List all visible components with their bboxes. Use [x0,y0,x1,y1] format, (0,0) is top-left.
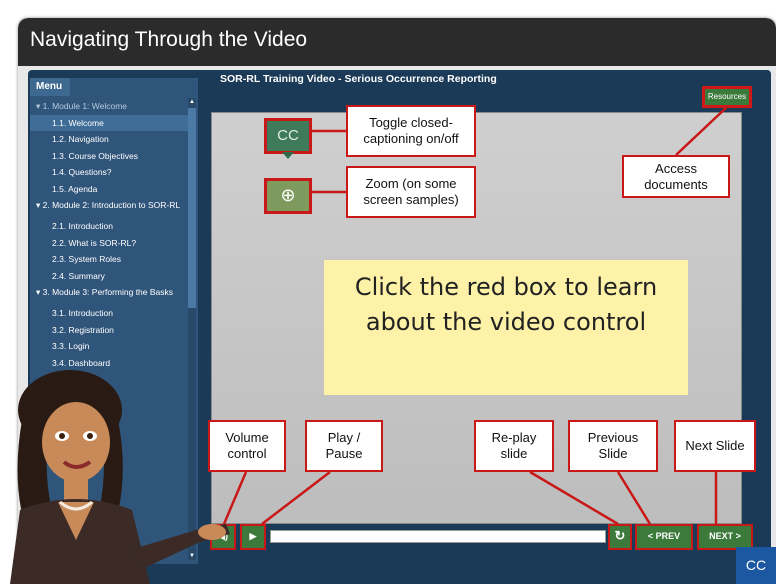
cc-speech-tail-icon [282,152,294,159]
controls-bar: ◀) ▶ ↻ < PREV NEXT > [210,524,753,550]
scroll-thumb[interactable] [188,108,196,308]
menu-header[interactable]: Menu [30,78,70,96]
menu-item[interactable]: 1.2. Navigation [30,131,188,147]
callout-previous: Previous Slide [568,420,658,472]
corner-closed-caption-button[interactable]: CC [736,547,776,584]
menu-item[interactable]: 2.2. What is SOR-RL? [30,235,188,251]
replay-button[interactable]: ↻ [608,524,632,550]
menu-item[interactable]: 2.1. Introduction [30,218,188,234]
callout-replay: Re-play slide [474,420,554,472]
menu-item[interactable]: 3.3. Login [30,338,188,354]
menu-item[interactable]: 3.1. Introduction [30,305,188,321]
closed-caption-button[interactable]: CC [264,118,312,154]
presenter-avatar [10,370,230,584]
video-title: SOR-RL Training Video - Serious Occurren… [220,73,497,85]
resources-button[interactable]: Resources [702,86,752,108]
menu-item[interactable]: 1.1. Welcome [30,114,188,131]
instruction-box: Click the red box to learn about the vid… [324,260,688,395]
menu-item[interactable]: 3.4. Dashboard [30,355,188,371]
scroll-up-icon[interactable]: ▲ [188,98,196,106]
zoom-button[interactable]: ⊕ [264,178,312,214]
callout-toggle-cc: Toggle closed-captioning on/off [346,105,476,157]
title-bar: Navigating Through the Video [18,18,776,66]
callout-access-documents: Access documents [622,155,730,198]
callout-zoom: Zoom (on some screen samples) [346,166,476,218]
callout-next: Next Slide [674,420,756,472]
menu-module-item[interactable]: ▾ 2. Module 2: Introduction to SOR-RL [30,197,188,217]
menu-module-item[interactable]: ▾ 3. Module 3: Performing the Basks [30,284,188,304]
menu-item[interactable]: 3.2. Registration [30,322,188,338]
callout-play-pause: Play / Pause [305,420,383,472]
prev-button[interactable]: < PREV [635,524,693,550]
menu-item[interactable]: 1.4. Questions? [30,164,188,180]
menu-item[interactable]: 1.5. Agenda [30,181,188,197]
slide-title: Navigating Through the Video [30,28,308,51]
menu-item[interactable]: 2.4. Summary [30,268,188,284]
play-pause-button[interactable]: ▶ [240,524,266,550]
menu-module-item[interactable]: ▾ 1. Module 1: Welcome [30,98,188,114]
menu-item[interactable]: 1.3. Course Objectives [30,148,188,164]
menu-item[interactable]: 2.3. System Roles [30,251,188,267]
progress-bar[interactable] [270,530,606,543]
